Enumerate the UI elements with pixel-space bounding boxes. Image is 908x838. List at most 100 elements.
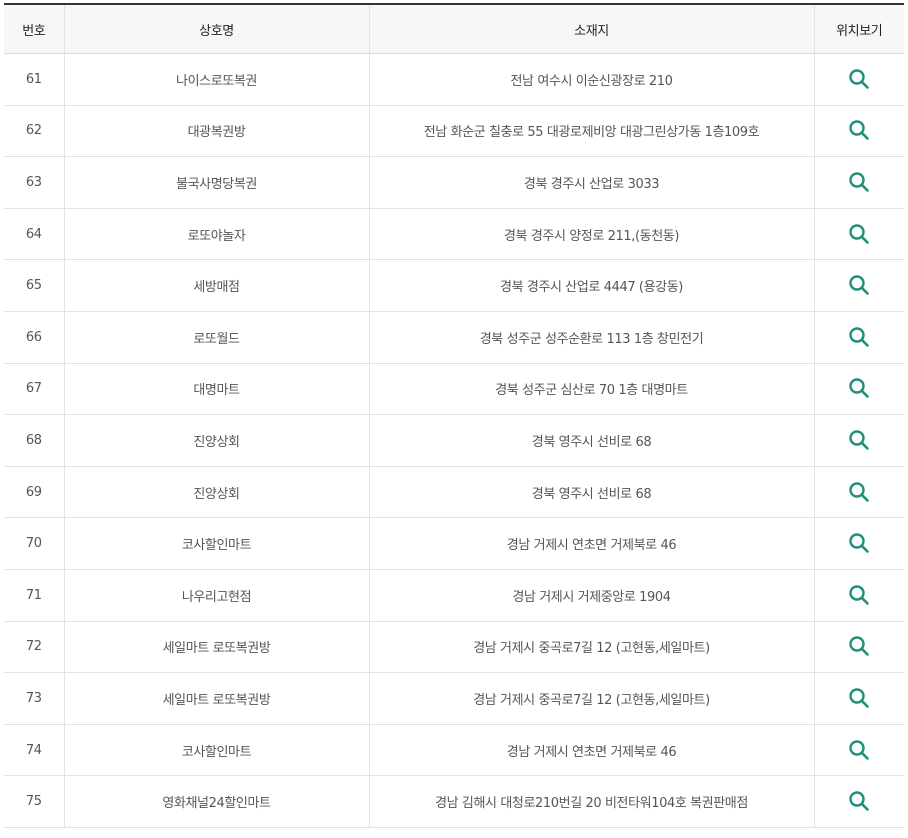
map-cell [813, 414, 904, 467]
map-cell [813, 569, 904, 622]
map-cell [813, 53, 904, 106]
store-address: 경북 경주시 산업로 4447 (용강동) [368, 259, 814, 312]
store-address: 경남 거제시 중곡로7길 12 (고현동,세일마트) [368, 672, 814, 725]
table-row: 65 세방매점 경북 경주시 산업로 4447 (용강동) [4, 259, 904, 312]
search-icon [849, 223, 870, 244]
table-header: 번호 상호명 소재지 위치보기 [4, 4, 904, 54]
view-location-button[interactable] [845, 736, 873, 764]
row-number: 69 [4, 466, 64, 519]
store-address: 경북 경주시 산업로 3033 [368, 156, 814, 209]
store-name: 대광복권방 [63, 105, 369, 158]
table-row: 74 코사할인마트 경남 거제시 연초면 거제북로 46 [4, 724, 904, 777]
row-number: 63 [4, 156, 64, 209]
header-name: 상호명 [63, 4, 369, 54]
store-table: 번호 상호명 소재지 위치보기 61 나이스로또복권 전남 여수시 이순신광장로 2… [4, 3, 904, 828]
store-name: 나우리고현점 [63, 569, 369, 622]
view-location-button[interactable] [845, 529, 873, 557]
store-name: 대명마트 [63, 363, 369, 416]
view-location-button[interactable] [845, 787, 873, 815]
table-row: 75 영화채널24할인마트 경남 김해시 대청로210번길 20 비전타워104호 … [4, 775, 904, 828]
map-cell [813, 724, 904, 777]
search-icon [849, 120, 870, 141]
table-row: 66 로또월드 경북 성주군 성주순환로 113 1층 창민전기 [4, 311, 904, 364]
view-location-button[interactable] [845, 323, 873, 351]
store-name: 로또야놀자 [63, 208, 369, 261]
map-cell [813, 517, 904, 570]
view-location-button[interactable] [845, 168, 873, 196]
store-name: 코사할인마트 [63, 517, 369, 570]
table-row: 63 불국사명당복권 경북 경주시 산업로 3033 [4, 156, 904, 209]
search-icon [849, 739, 870, 760]
header-no: 번호 [4, 4, 64, 54]
search-icon [849, 688, 870, 708]
view-location-button[interactable] [845, 65, 873, 93]
table-row: 68 진양상회 경북 영주시 선비로 68 [4, 414, 904, 467]
search-icon [849, 69, 870, 89]
search-icon [849, 481, 870, 502]
row-number: 72 [4, 621, 64, 674]
view-location-button[interactable] [845, 632, 873, 660]
search-icon [849, 172, 870, 192]
map-cell [813, 105, 904, 158]
row-number: 74 [4, 724, 64, 777]
store-name: 불국사명당복권 [63, 156, 369, 209]
store-address: 경남 거제시 연초면 거제북로 46 [368, 724, 814, 777]
view-location-button[interactable] [845, 116, 873, 144]
map-cell [813, 775, 904, 828]
search-icon [849, 430, 870, 450]
store-address: 경북 경주시 양정로 211,(동천동) [368, 208, 814, 261]
map-cell [813, 621, 904, 674]
store-table-container: 번호 상호명 소재지 위치보기 61 나이스로또복권 전남 여수시 이순신광장로 2… [4, 3, 904, 828]
view-location-button[interactable] [845, 581, 873, 609]
row-number: 68 [4, 414, 64, 467]
store-address: 경북 영주시 선비로 68 [368, 414, 814, 467]
store-name: 로또월드 [63, 311, 369, 364]
map-cell [813, 259, 904, 312]
view-location-button[interactable] [845, 478, 873, 506]
search-icon [849, 327, 870, 347]
row-number: 75 [4, 775, 64, 828]
row-number: 62 [4, 105, 64, 158]
map-cell [813, 466, 904, 519]
store-name: 나이스로또복권 [63, 53, 369, 106]
table-row: 72 세일마트 로또복권방 경남 거제시 중곡로7길 12 (고현동,세일마트) [4, 621, 904, 674]
search-icon [849, 533, 870, 553]
view-location-button[interactable] [845, 426, 873, 454]
row-number: 73 [4, 672, 64, 725]
view-location-button[interactable] [845, 271, 873, 299]
table-row: 73 세일마트 로또복권방 경남 거제시 중곡로7길 12 (고현동,세일마트) [4, 672, 904, 725]
table-row: 69 진양상회 경북 영주시 선비로 68 [4, 466, 904, 519]
store-address: 전남 여수시 이순신광장로 210 [368, 53, 814, 106]
row-number: 70 [4, 517, 64, 570]
store-name: 세방매점 [63, 259, 369, 312]
store-address: 전남 화순군 칠충로 55 대광로제비앙 대광그린상가동 1층109호 [368, 105, 814, 158]
view-location-button[interactable] [845, 684, 873, 712]
search-icon [849, 636, 870, 657]
store-name: 영화채널24할인마트 [63, 775, 369, 828]
view-location-button[interactable] [845, 374, 873, 402]
map-cell [813, 208, 904, 261]
view-location-button[interactable] [845, 220, 873, 248]
row-number: 67 [4, 363, 64, 416]
map-cell [813, 156, 904, 209]
header-row: 번호 상호명 소재지 위치보기 [4, 4, 904, 54]
store-address: 경남 김해시 대청로210번길 20 비전타워104호 복권판매점 [368, 775, 814, 828]
map-cell [813, 672, 904, 725]
search-icon [849, 585, 870, 605]
row-number: 64 [4, 208, 64, 261]
map-cell [813, 363, 904, 416]
store-name: 세일마트 로또복권방 [63, 621, 369, 674]
table-row: 67 대명마트 경북 성주군 심산로 70 1층 대명마트 [4, 363, 904, 416]
map-cell [813, 311, 904, 364]
header-address: 소재지 [368, 4, 814, 54]
store-address: 경남 거제시 중곡로7길 12 (고현동,세일마트) [368, 621, 814, 674]
header-map: 위치보기 [813, 4, 904, 54]
table-row: 62 대광복권방 전남 화순군 칠충로 55 대광로제비앙 대광그린상가동 1층10… [4, 105, 904, 158]
store-name: 코사할인마트 [63, 724, 369, 777]
store-address: 경북 성주군 성주순환로 113 1층 창민전기 [368, 311, 814, 364]
table-row: 71 나우리고현점 경남 거제시 거제중앙로 1904 [4, 569, 904, 622]
store-name: 진양상회 [63, 466, 369, 519]
store-name: 진양상회 [63, 414, 369, 467]
search-icon [849, 791, 870, 811]
store-address: 경북 성주군 심산로 70 1층 대명마트 [368, 363, 814, 416]
